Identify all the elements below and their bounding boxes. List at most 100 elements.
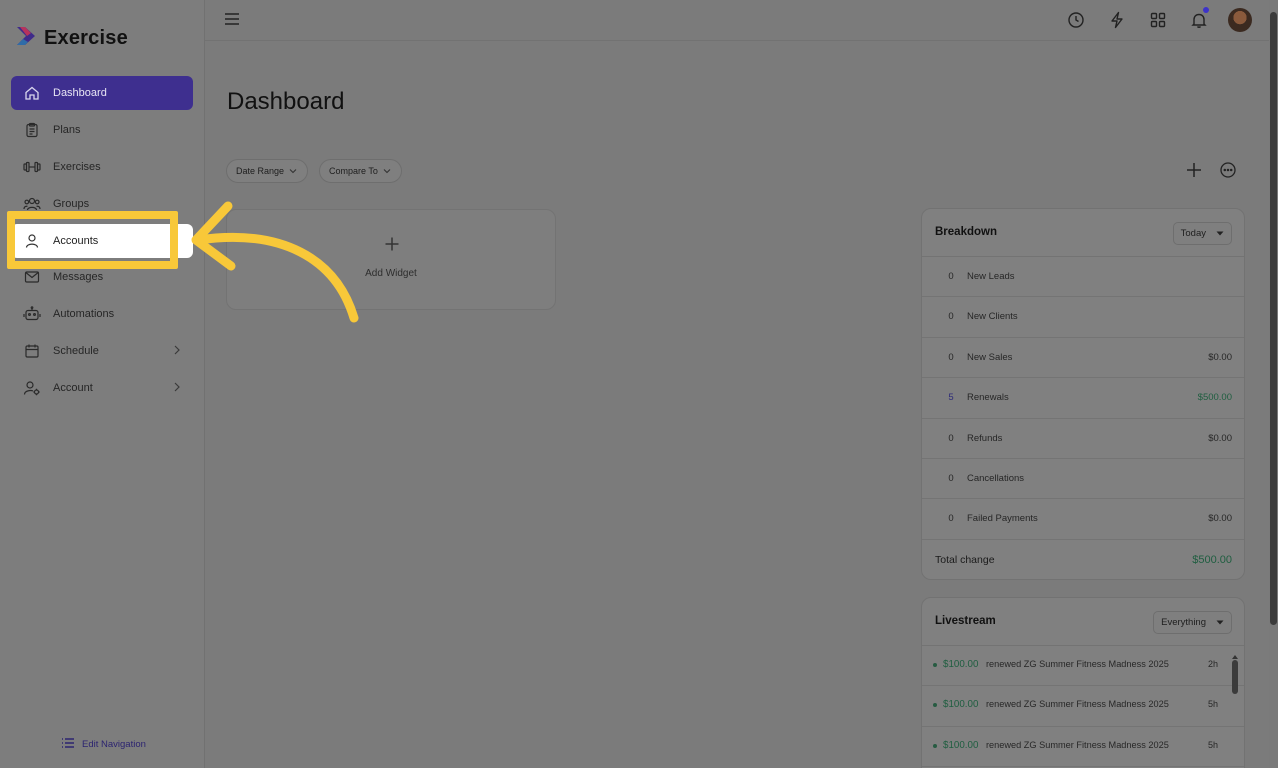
robot-icon	[23, 305, 41, 323]
sidebar-item-exercises[interactable]: Exercises	[11, 150, 193, 184]
sidebar-item-schedule[interactable]: Schedule	[11, 334, 193, 368]
edit-navigation-label: Edit Navigation	[82, 739, 146, 750]
page-scrollbar-thumb[interactable]	[1270, 12, 1277, 625]
event-time: 5h	[1207, 699, 1218, 710]
total-label: Total change	[935, 553, 995, 566]
breakdown-header: Breakdown Today	[922, 209, 1244, 257]
chevron-down-icon	[383, 166, 391, 176]
row-count: 0	[948, 351, 954, 363]
edit-navigation-button[interactable]: Edit Navigation	[61, 737, 146, 752]
breakdown-row: 0 Failed Payments $0.00	[922, 499, 1244, 540]
lightning-icon[interactable]	[1105, 8, 1129, 32]
row-amount: $500.00	[1197, 392, 1232, 404]
row-count: 0	[948, 472, 954, 484]
row-count: 0	[948, 432, 954, 444]
avatar[interactable]	[1228, 8, 1252, 32]
sidebar-item-messages[interactable]: Messages	[11, 260, 193, 294]
breakdown-total: Total change $500.00	[922, 540, 1244, 580]
home-icon	[23, 84, 41, 102]
date-range-dropdown[interactable]: Date Range	[226, 159, 309, 183]
sidebar-item-groups[interactable]: Groups	[11, 187, 193, 221]
row-label: New Sales	[967, 351, 1013, 363]
list-icon	[61, 737, 75, 752]
event-text: renewed ZG Summer Fitness Madness 2025	[986, 739, 1169, 750]
more-options-icon[interactable]	[1219, 161, 1237, 184]
breakdown-title: Breakdown	[935, 226, 997, 238]
event-time: 2h	[1207, 659, 1218, 669]
livestream-title: Livestream	[935, 615, 996, 627]
row-count: 0	[948, 513, 954, 525]
users-icon	[23, 195, 41, 213]
chevron-right-icon	[173, 344, 181, 359]
livestream-event[interactable]: $100.00 renewed ZG Summer Fitness Madnes…	[922, 686, 1244, 727]
caret-down-icon	[1216, 617, 1224, 628]
sidebar-nav: Dashboard Plans Exercises Groups Account…	[11, 76, 193, 408]
event-time: 5h	[1207, 739, 1218, 750]
sidebar-item-dashboard[interactable]: Dashboard	[11, 76, 193, 110]
dumbbell-icon	[23, 158, 41, 176]
event-amount: $100.00	[943, 739, 979, 751]
total-amount: $500.00	[1192, 553, 1232, 566]
row-label: Cancellations	[967, 472, 1025, 484]
apps-grid-icon[interactable]	[1146, 8, 1170, 32]
sidebar: Exercise Dashboard Plans Exercises Group…	[0, 0, 205, 768]
row-amount: $0.00	[1208, 351, 1232, 363]
chevron-down-icon	[289, 166, 297, 176]
sidebar-item-plans[interactable]: Plans	[11, 113, 193, 147]
row-amount: $0.00	[1208, 513, 1232, 525]
livestream-card: Livestream Everything $100.00 renewed ZG…	[921, 597, 1245, 768]
sidebar-item-label: Accounts	[53, 234, 99, 247]
plus-icon	[384, 236, 400, 257]
clipboard-icon	[23, 121, 41, 139]
event-dot	[933, 663, 937, 667]
topbar-actions	[1064, 7, 1252, 32]
menu-icon[interactable]	[224, 12, 240, 31]
event-dot	[933, 703, 937, 708]
sidebar-item-account[interactable]: Account	[11, 371, 193, 405]
brand-name: Exercise	[44, 27, 128, 49]
livestream-event[interactable]: $100.00 renewed ZG Summer Fitness Madnes…	[922, 727, 1244, 768]
add-widget-button[interactable]: Add Widget	[226, 209, 556, 310]
page-title: Dashboard	[227, 88, 345, 115]
filter-value: Everything	[1161, 617, 1206, 628]
sidebar-item-label: Automations	[53, 308, 115, 321]
sidebar-item-label: Exercises	[53, 160, 101, 173]
sidebar-item-label: Dashboard	[53, 87, 107, 99]
filter-bar: Date Range Compare To	[226, 159, 402, 183]
sidebar-item-label: Account	[53, 382, 93, 395]
row-count: 5	[948, 392, 954, 404]
livestream-filter-select[interactable]: Everything	[1153, 611, 1232, 634]
breakdown-row: 0 New Leads	[922, 257, 1244, 298]
notification-dot	[1203, 7, 1209, 13]
scrollbar-thumb[interactable]	[1232, 660, 1238, 694]
sidebar-item-label: Schedule	[53, 345, 99, 358]
sidebar-item-label: Plans	[53, 123, 81, 136]
sidebar-item-accounts[interactable]: Accounts	[11, 223, 193, 258]
user-settings-icon	[23, 379, 41, 397]
sidebar-item-automations[interactable]: Automations	[11, 297, 193, 331]
add-widget-label: Add Widget	[365, 268, 417, 279]
row-label: New Leads	[967, 271, 1015, 282]
row-label: New Clients	[967, 311, 1018, 323]
mail-icon	[23, 268, 41, 286]
breakdown-row: 0 New Sales $0.00	[922, 338, 1244, 379]
clock-icon[interactable]	[1064, 8, 1088, 32]
event-amount: $100.00	[943, 699, 979, 711]
plus-icon[interactable]	[1185, 161, 1203, 184]
date-range-label: Date Range	[236, 166, 285, 176]
row-label: Failed Payments	[967, 513, 1038, 525]
compare-to-dropdown[interactable]: Compare To	[319, 159, 402, 183]
page-scrollbar[interactable]	[1269, 0, 1278, 768]
brand[interactable]: Exercise	[14, 24, 128, 53]
livestream-scrollbar[interactable]	[1231, 648, 1239, 768]
breakdown-period-select[interactable]: Today	[1172, 222, 1232, 245]
bell-icon[interactable]	[1187, 7, 1211, 32]
breakdown-row: 0 New Clients	[922, 297, 1244, 338]
event-amount: $100.00	[943, 659, 979, 670]
event-text: renewed ZG Summer Fitness Madness 2025	[986, 659, 1169, 669]
livestream-event[interactable]: $100.00 renewed ZG Summer Fitness Madnes…	[922, 646, 1244, 687]
chevron-right-icon	[173, 381, 181, 396]
row-count: 0	[948, 271, 954, 282]
topbar	[205, 0, 1270, 41]
sidebar-item-label: Messages	[53, 271, 104, 284]
